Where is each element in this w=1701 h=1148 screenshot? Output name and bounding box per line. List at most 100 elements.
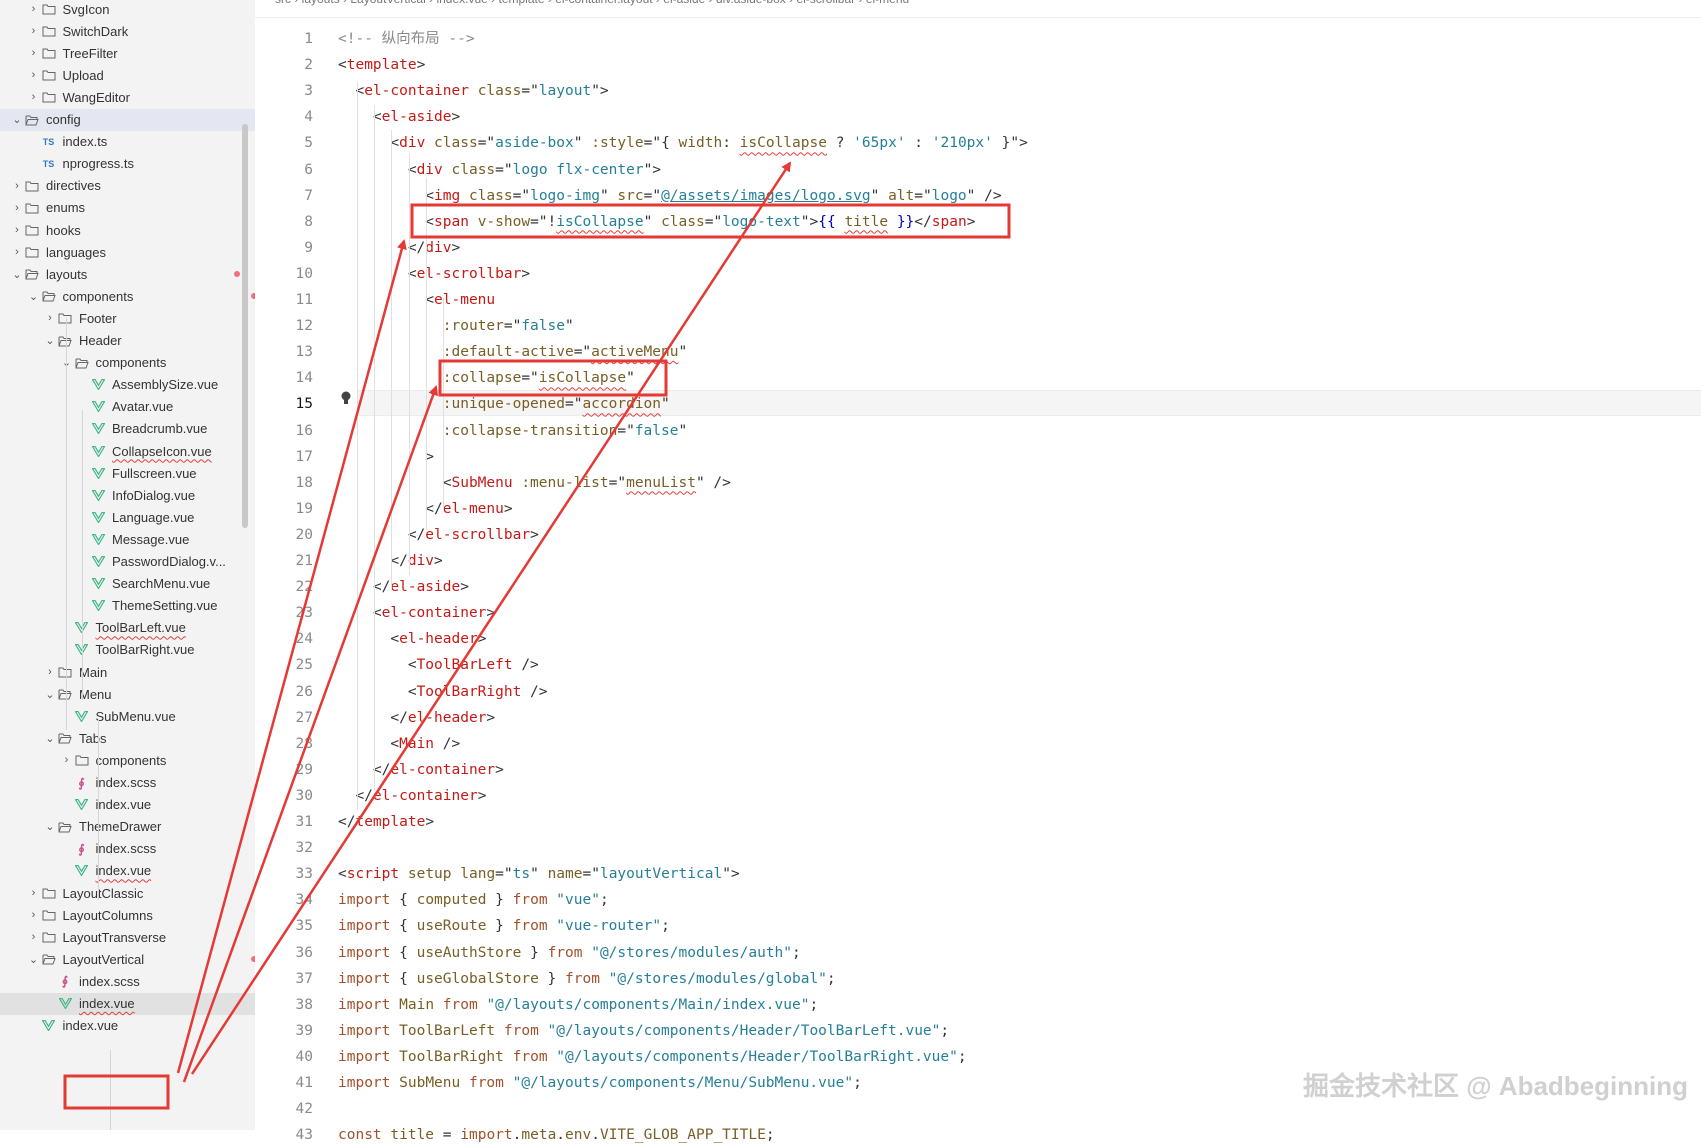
code-line[interactable]: </el-container> [355,783,486,809]
tree-item-submenu-vue[interactable]: SubMenu.vue [0,705,255,727]
tree-item-index-vue[interactable]: index.vue [0,794,255,816]
tree-item-index-vue[interactable]: index.vue [0,992,255,1015]
code-line[interactable]: <el-aside> [373,104,460,130]
tree-item-avatar-vue[interactable]: Avatar.vue [0,396,255,418]
tree-item-hooks[interactable]: › hooks [0,219,255,241]
breadcrumb-item[interactable]: index.vue [436,0,487,6]
tree-item-language-vue[interactable]: Language.vue [0,506,255,528]
tree-item-assemblysize-vue[interactable]: AssemblySize.vue [0,374,255,396]
code-line[interactable]: import { useRoute } from "vue-router"; [338,913,670,939]
explorer-scrollbar[interactable] [242,124,248,528]
tree-item-message-vue[interactable]: Message.vue [0,528,255,550]
tree-item-index-vue[interactable]: index.vue [0,1015,255,1037]
code-line[interactable]: import { useGlobalStore } from "@/stores… [338,966,836,992]
code-line[interactable]: </el-header> [390,705,495,731]
lightbulb-icon[interactable] [340,390,354,408]
tree-item-themedrawer[interactable]: ⌄ ThemeDrawer [0,816,255,838]
code-line[interactable]: <template> [338,52,425,78]
tree-item-languages[interactable]: › languages [0,241,255,263]
breadcrumb-item[interactable]: src [275,0,291,6]
breadcrumb-item[interactable]: el-aside [663,0,705,6]
code-line[interactable]: <Main /> [390,731,460,757]
code-line[interactable]: <img class="logo-img" src="@/assets/imag… [425,183,1001,209]
tree-item-fullscreen-vue[interactable]: Fullscreen.vue [0,462,255,484]
code-line[interactable]: :collapse="isCollapse" [443,365,635,391]
code-line[interactable]: </div> [390,548,442,574]
code-line[interactable]: </el-scrollbar> [408,522,539,548]
code-line[interactable]: <ToolBarLeft /> [408,652,539,678]
tree-item-collapseicon-vue[interactable]: CollapseIcon.vue [0,440,255,462]
tree-item-index-scss[interactable]: ∮ index.scss [0,838,255,860]
tree-item-nprogress-ts[interactable]: TS nprogress.ts [0,153,255,175]
tree-item-layoutcolumns[interactable]: › LayoutColumns [0,904,255,926]
tree-item-infodialog-vue[interactable]: InfoDialog.vue [0,484,255,506]
line-number: 20 [295,526,313,543]
code-line[interactable]: <el-container class="layout"> [355,78,608,104]
tree-item-toolbarright-vue[interactable]: ToolBarRight.vue [0,639,255,661]
code-line[interactable]: const title = import.meta.env.VITE_GLOB_… [338,1122,775,1148]
code-line[interactable]: import SubMenu from "@/layouts/component… [338,1070,862,1096]
tree-item-upload[interactable]: › Upload [0,64,255,86]
tree-item-components[interactable]: › components [0,749,255,771]
tree-item-tabs[interactable]: ⌄ Tabs [0,727,255,749]
tree-item-main[interactable]: › Main [0,661,255,683]
tree-item-components[interactable]: ⌄components [0,352,255,374]
tree-item-enums[interactable]: › enums [0,197,255,219]
tree-item-directives[interactable]: › directives [0,175,255,197]
code-line[interactable]: :collapse-transition="false" [443,418,687,444]
breadcrumb-item[interactable]: el-scrollbar [796,0,855,6]
tree-item-layouttransverse[interactable]: › LayoutTransverse [0,926,255,948]
tree-item-menu[interactable]: ⌄ Menu [0,683,255,705]
code-line[interactable]: <div class="logo flx-center"> [408,157,661,183]
tree-item-layoutclassic[interactable]: › LayoutClassic [0,882,255,904]
tree-item-themesetting-vue[interactable]: ThemeSetting.vue [0,595,255,617]
code-line[interactable]: <SubMenu :menu-list="menuList" /> [443,470,731,496]
code-line[interactable]: </div> [408,235,460,261]
code-line[interactable]: <span v-show="!isCollapse" class="logo-t… [425,209,975,235]
tree-item-index-vue[interactable]: index.vue [0,860,255,882]
tree-item-switchdark[interactable]: › SwitchDark [0,20,255,42]
code-line[interactable]: :unique-opened="accordion" [443,391,670,417]
code-line[interactable]: <el-menu [425,287,495,313]
tree-item-index-scss[interactable]: ∮ index.scss [0,772,255,794]
tree-item-header[interactable]: ⌄ Header [0,330,255,352]
tree-item-index-scss[interactable]: ∮ index.scss [0,970,255,992]
code-line[interactable]: </el-menu> [425,496,512,522]
code-line[interactable]: <div class="aside-box" :style="{ width: … [390,130,1027,156]
code-token: </ [338,814,356,830]
code-line[interactable]: import ToolBarRight from "@/layouts/comp… [338,1044,967,1070]
code-line[interactable]: </template> [338,809,434,835]
tree-item-components[interactable]: ⌄components [0,285,255,307]
code-line[interactable]: import Main from "@/layouts/components/M… [338,992,818,1018]
code-line[interactable]: </el-aside> [373,574,469,600]
tree-item-footer[interactable]: › Footer [0,307,255,329]
code-line[interactable]: <el-header> [390,626,486,652]
tree-item-config[interactable]: ⌄ config [0,108,255,131]
breadcrumb-item[interactable]: layouts [302,0,340,6]
breadcrumb-item[interactable]: LayoutVertical [350,0,425,6]
code-line[interactable]: <!-- 纵向布局 --> [338,26,475,52]
breadcrumb-item[interactable]: el-container.layout [555,0,652,6]
code-line[interactable]: </el-container> [373,757,504,783]
tree-item-breadcrumb-vue[interactable]: Breadcrumb.vue [0,418,255,440]
code-line[interactable]: <ToolBarRight /> [408,679,548,705]
tree-item-layouts[interactable]: ⌄ layouts [0,263,255,285]
code-line[interactable]: import { computed } from "vue"; [338,887,609,913]
code-line[interactable]: :router="false" [443,313,574,339]
breadcrumb-item[interactable]: template [498,0,544,6]
tree-item-passworddialog-v[interactable]: PasswordDialog.v... [0,551,255,573]
code-line[interactable]: <el-container> [373,600,495,626]
tree-item-searchmenu-vue[interactable]: SearchMenu.vue [0,573,255,595]
breadcrumb-item[interactable]: div.aside-box [716,0,786,6]
breadcrumb-item[interactable]: el-menu [866,0,909,6]
tree-item-index-ts[interactable]: TS index.ts [0,131,255,153]
code-line[interactable]: import { useAuthStore } from "@/stores/m… [338,940,801,966]
tree-item-treefilter[interactable]: › TreeFilter [0,42,255,64]
tree-item-layoutvertical[interactable]: ⌄ LayoutVertical [0,948,255,970]
code-line[interactable]: <script setup lang="ts" name="layoutVert… [338,861,740,887]
code-line[interactable]: import ToolBarLeft from "@/layouts/compo… [338,1018,949,1044]
code-line[interactable]: :default-active="activeMenu" [443,339,687,365]
tree-item-toolbarleft-vue[interactable]: ToolBarLeft.vue [0,617,255,639]
tree-item-svgicon[interactable]: › SvgIcon [0,0,255,20]
tree-item-wangeditor[interactable]: › WangEditor [0,86,255,108]
